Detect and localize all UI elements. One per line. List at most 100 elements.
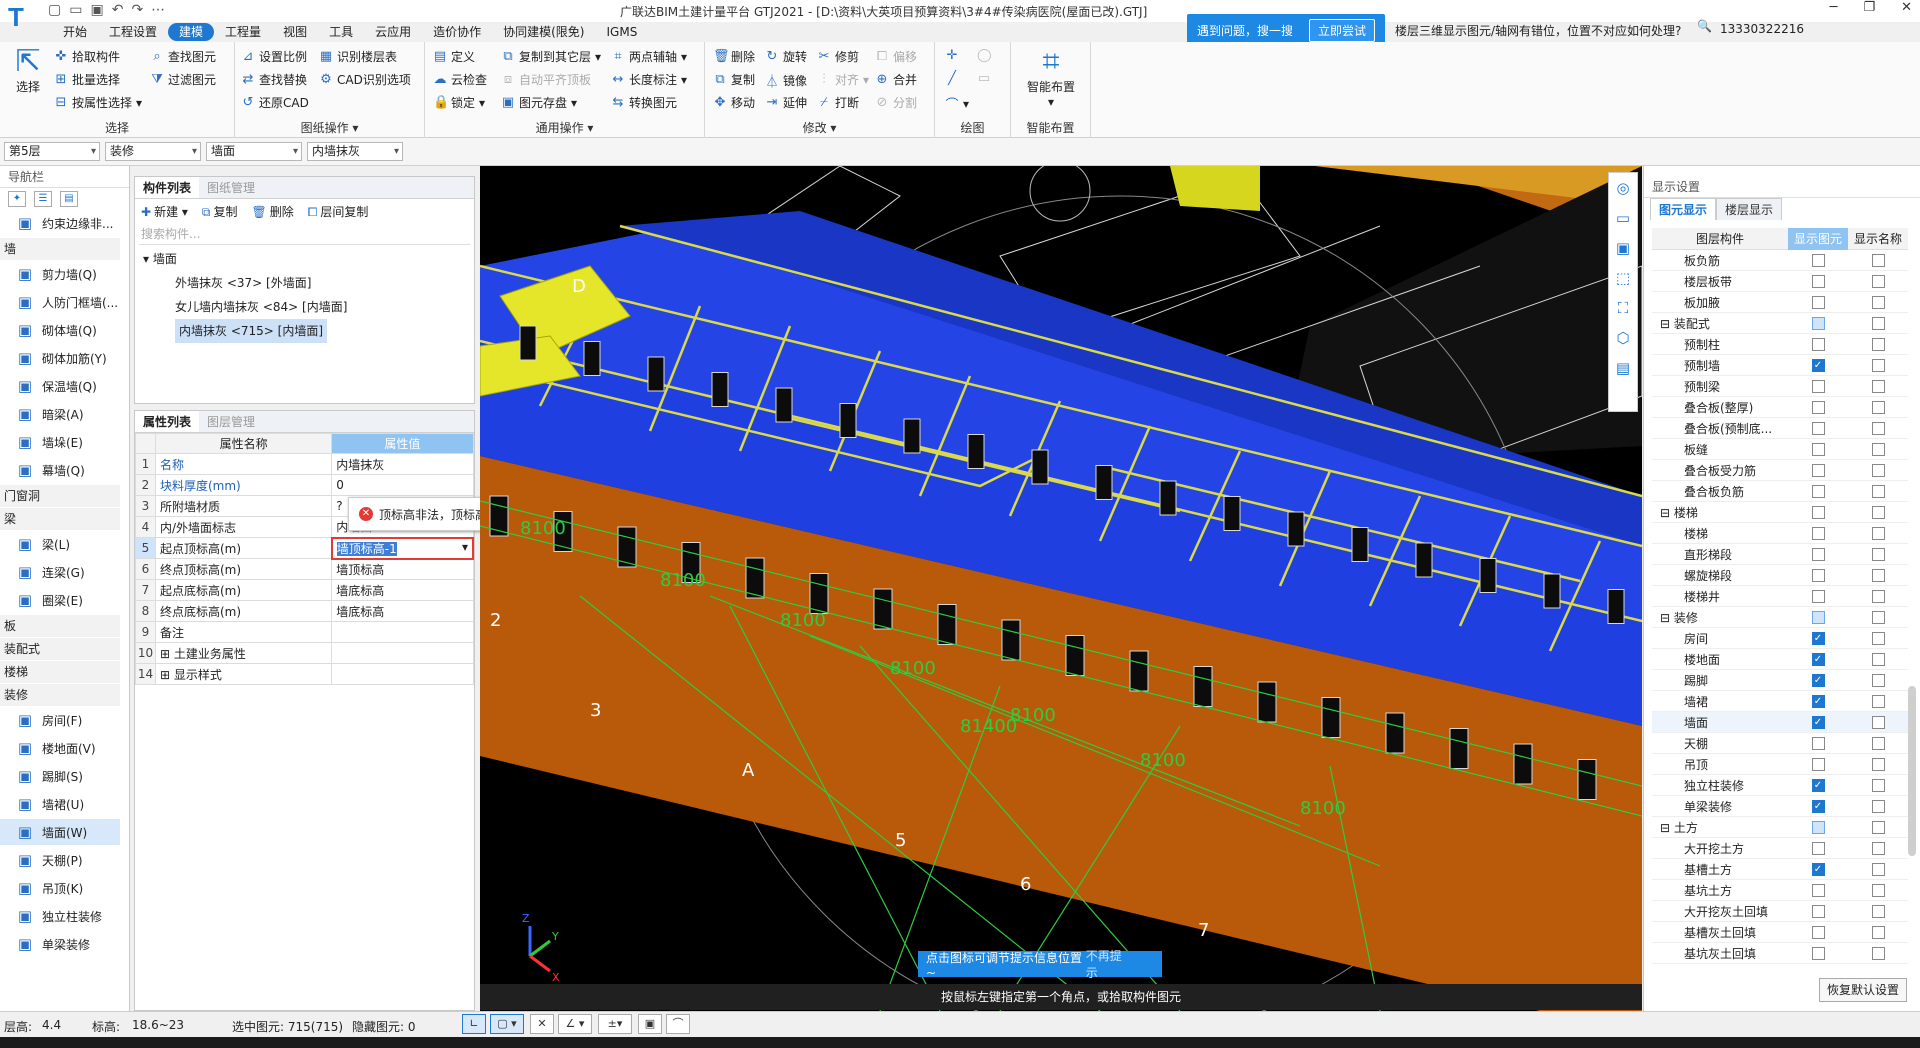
set-scale-button[interactable]: ⊿ 设置比例 (241, 48, 307, 65)
show-element-checkbox[interactable]: ✓ (1811, 631, 1825, 645)
nav-item[interactable]: ▣ 幕墙(Q) (0, 457, 120, 483)
scrollbar[interactable] (1908, 686, 1916, 856)
nav-category[interactable]: 装修 (0, 684, 120, 706)
show-name-checkbox[interactable] (1871, 505, 1885, 519)
show-element-checkbox[interactable] (1811, 505, 1825, 519)
help-search-question[interactable]: 楼层三维显示图元/轴网有错位，位置不对应如何处理? (1395, 22, 1681, 39)
show-name-checkbox[interactable] (1871, 925, 1885, 939)
show-name-checkbox[interactable] (1871, 778, 1885, 792)
show-element-checkbox[interactable] (1811, 820, 1825, 834)
menu-4[interactable]: 视图 (272, 22, 318, 42)
align-button[interactable]: ⫶ 对齐 ▾ (817, 71, 869, 88)
collapse-icon[interactable]: ⊟ (1660, 821, 1674, 835)
layer-row[interactable]: 基坑灰土回填 (1652, 943, 1908, 964)
show-element-checkbox[interactable] (1811, 883, 1825, 897)
trim-button[interactable]: ✂ 修剪 (817, 48, 859, 65)
try-now-button[interactable]: 立即尝试 (1308, 18, 1375, 42)
3d-box-icon[interactable]: ▣ (1609, 233, 1637, 263)
layer-row[interactable]: 直形梯段 (1652, 544, 1908, 565)
nav-item[interactable]: ▣ 墙面(W) (0, 819, 120, 845)
menu-8[interactable]: 协同建模(限免) (492, 22, 595, 42)
show-name-checkbox[interactable] (1871, 421, 1885, 435)
nav-category[interactable]: 门窗洞 (0, 485, 120, 507)
nav-item[interactable]: ▣ 剪力墙(Q) (0, 261, 120, 287)
show-element-checkbox[interactable] (1811, 337, 1825, 351)
batch-select-button[interactable]: ⊞ 批量选择 (54, 71, 120, 88)
filter-element-button[interactable]: ⧩ 过滤图元 (150, 71, 216, 88)
tree-item[interactable]: 外墙抹灰 <37> [外墙面] (143, 271, 474, 295)
property-row[interactable]: 1 名称 内墙抹灰 (135, 453, 474, 475)
menu-7[interactable]: 造价协作 (422, 22, 492, 42)
show-element-checkbox[interactable] (1811, 610, 1825, 624)
restore-icon[interactable]: ❐ (1863, 0, 1875, 15)
layer-row[interactable]: ⊟ 楼梯 (1652, 502, 1908, 523)
2d-view-icon[interactable]: ▭ (1609, 203, 1637, 233)
menu-3[interactable]: 工程量 (214, 22, 272, 42)
layer-row[interactable]: 基槽土方 ✓ (1652, 859, 1908, 880)
property-row[interactable]: 9 备注 (135, 621, 474, 643)
layer-row[interactable]: ⊟ 装修 (1652, 607, 1908, 628)
copy-component-button[interactable]: ⧉ 复制 (202, 203, 238, 220)
merge-button[interactable]: ⊕ 合并 (875, 71, 917, 88)
new-file-icon[interactable]: ▢ (48, 2, 61, 18)
component-select[interactable]: 内墙抹灰 (307, 142, 403, 161)
show-element-checkbox[interactable] (1811, 379, 1825, 393)
type-select[interactable]: 墙面 (206, 142, 302, 161)
select-button[interactable]: ⇱ 选择 (10, 46, 46, 95)
collapse-icon[interactable]: ⊟ (1660, 317, 1674, 331)
offset-button[interactable]: ⧠ 偏移 (875, 48, 917, 65)
show-element-checkbox[interactable] (1811, 526, 1825, 540)
3d-viewport[interactable]: 8100 8100 8100 8100 8100 8100 8100 81400… (480, 166, 1642, 1011)
show-element-checkbox[interactable] (1811, 946, 1825, 960)
layer-row[interactable]: 楼梯 (1652, 523, 1908, 544)
show-element-checkbox[interactable]: ✓ (1811, 862, 1825, 876)
nav-category[interactable]: 楼梯 (0, 661, 120, 683)
menu-9[interactable]: IGMS (596, 22, 649, 42)
define-button[interactable]: ▤ 定义 (433, 48, 475, 65)
extend-button[interactable]: ⇥ 延伸 (765, 94, 807, 111)
property-row[interactable]: 2 块料厚度(mm) 0 (135, 474, 474, 496)
undo-icon[interactable]: ↶ (112, 2, 124, 18)
close-icon[interactable]: ✕ (1901, 0, 1912, 15)
show-element-checkbox[interactable] (1811, 253, 1825, 267)
property-value[interactable]: 墙顶标高 (331, 558, 474, 580)
property-value[interactable]: 墙底标高 (331, 579, 474, 601)
layer-row[interactable]: 天棚 (1652, 733, 1908, 754)
layer-row[interactable]: 预制梁 (1652, 376, 1908, 397)
show-name-checkbox[interactable] (1871, 841, 1885, 855)
show-element-checkbox[interactable] (1811, 295, 1825, 309)
nav-item[interactable]: ▣ 墙裙(U) (0, 791, 120, 817)
layer-row[interactable]: 踢脚 ✓ (1652, 670, 1908, 691)
pin-icon[interactable]: ✦ (8, 191, 26, 207)
show-name-checkbox[interactable] (1871, 337, 1885, 351)
show-element-checkbox[interactable]: ✓ (1811, 358, 1825, 372)
nav-item[interactable]: ▣ 保温墙(Q) (0, 373, 120, 399)
layer-row[interactable]: 板负筋 (1652, 250, 1908, 271)
tab-floor-display[interactable]: 楼层显示 (1716, 198, 1783, 220)
tab-component-list[interactable]: 构件列表 (135, 177, 200, 198)
layer-row[interactable]: 吊顶 (1652, 754, 1908, 775)
show-element-checkbox[interactable]: ✓ (1811, 778, 1825, 792)
cad-options-button[interactable]: ⚙ CAD识别选项 (319, 71, 411, 88)
draw-circle-button[interactable]: ◯ (977, 48, 992, 63)
nav-item[interactable]: ▣ 暗梁(A) (0, 401, 120, 427)
property-row[interactable]: 7 起点底标高(m) 墙底标高 (135, 579, 474, 601)
snap-toggle-icon[interactable]: ▢ ▾ (490, 1014, 524, 1034)
axis-gizmo[interactable]: Z Y X (522, 912, 560, 984)
draw-point-button[interactable]: ✛ (945, 48, 959, 63)
collapse-icon[interactable]: ⊟ (1660, 506, 1674, 520)
view-cube-icon[interactable]: ⬚ (1609, 263, 1637, 293)
show-element-checkbox[interactable] (1811, 463, 1825, 477)
copy-button[interactable]: ⧉ 复制 (713, 71, 755, 88)
show-name-checkbox[interactable] (1871, 526, 1885, 540)
property-value[interactable]: ▾ 墙顶标高-1 (330, 536, 475, 560)
nav-item[interactable]: ▣ 人防门框墙(... (0, 289, 120, 315)
show-name-checkbox[interactable] (1871, 946, 1885, 960)
property-row[interactable]: 8 终点底标高(m) 墙底标高 (135, 600, 474, 622)
tab-element-display[interactable]: 图元显示 (1650, 198, 1717, 220)
expand-icon[interactable]: ⊞ (160, 668, 174, 682)
show-name-checkbox[interactable] (1871, 652, 1885, 666)
layer-row[interactable]: 板缝 (1652, 439, 1908, 460)
property-value[interactable]: 0 (331, 474, 474, 496)
show-name-checkbox[interactable] (1871, 568, 1885, 582)
